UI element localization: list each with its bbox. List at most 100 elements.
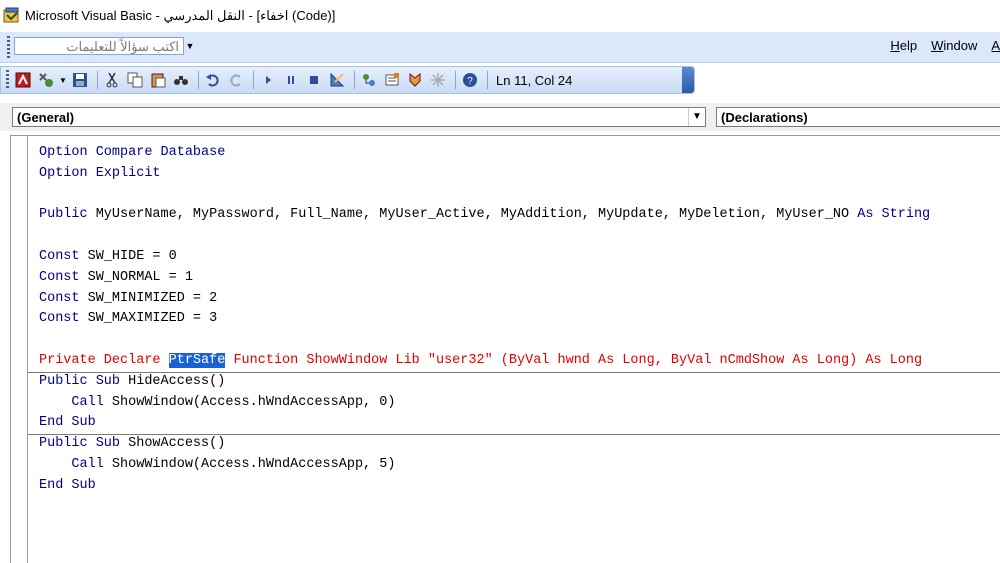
menubar-grip[interactable] (7, 36, 10, 58)
code-line[interactable]: Const SW_NORMAL = 1 (39, 268, 930, 289)
code-editor[interactable]: Option Compare Database Option Explicit P… (10, 135, 1000, 563)
code-line[interactable]: End Sub (39, 476, 930, 497)
toolbar-options-chevron[interactable] (682, 67, 694, 93)
code-error-text: Function ShowWindow Lib "user32" (ByVal … (225, 352, 923, 368)
code-keyword: Call (39, 394, 104, 410)
run-icon[interactable] (258, 70, 278, 90)
menu-mnemonic: H (890, 38, 900, 53)
code-keyword: Public Sub (39, 373, 121, 389)
code-identifiers: SW_NORMAL = 1 (79, 269, 193, 285)
svg-text:?: ? (467, 76, 473, 87)
code-identifiers: SW_MINIMIZED = 2 (79, 290, 218, 306)
help-icon[interactable]: ? (460, 70, 480, 90)
dropdown-arrow-icon[interactable]: ▼ (59, 70, 67, 90)
menu-bar: اكتب سؤالاً للتعليمات ▼ Help Window A (0, 32, 1000, 63)
object-combo-value: (General) (17, 110, 75, 125)
menu-label-rest: elp (899, 38, 918, 53)
code-keyword: End Sub (39, 415, 96, 431)
code-line[interactable]: Private Declare PtrSafe Function ShowWin… (39, 351, 930, 372)
code-keyword: Public Sub (39, 436, 121, 452)
procedure-combo[interactable]: (Declarations) (716, 107, 1000, 127)
code-keyword: As String (857, 207, 931, 223)
menu-mnemonic: A (991, 38, 1000, 53)
object-browser-icon[interactable] (405, 70, 425, 90)
code-line[interactable]: Call ShowWindow(Access.hWndAccessApp, 0) (39, 393, 930, 414)
standard-toolbar: ▼ ? Ln 11, Col 24 (0, 66, 695, 94)
toolbar-separator (487, 71, 488, 89)
code-line[interactable] (39, 226, 930, 247)
find-icon[interactable] (171, 70, 191, 90)
code-text[interactable]: Option Compare Database Option Explicit P… (39, 143, 930, 497)
toolbar-separator (455, 71, 456, 89)
cut-icon[interactable] (102, 70, 122, 90)
code-keyword: Option Compare Database (39, 145, 226, 160)
code-line[interactable]: Call ShowWindow(Access.hWndAccessApp, 5) (39, 455, 930, 476)
toolbar-grip[interactable] (6, 70, 9, 90)
code-identifiers: HideAccess() (120, 373, 226, 389)
code-keyword: Const (39, 290, 80, 306)
code-line[interactable]: Public Sub HideAccess() (39, 372, 930, 393)
cursor-position-status: Ln 11, Col 24 (496, 72, 573, 88)
save-icon[interactable] (70, 70, 90, 90)
code-line[interactable]: End Sub (39, 413, 930, 434)
toolbox-icon[interactable] (428, 70, 448, 90)
redo-icon[interactable] (226, 70, 246, 90)
vba-app-icon (3, 7, 21, 25)
menu-help[interactable]: Help (890, 38, 917, 53)
copy-icon[interactable] (125, 70, 145, 90)
menu-label-rest: indow (943, 38, 978, 53)
code-keyword: Public (39, 207, 88, 223)
code-line[interactable] (39, 185, 930, 206)
code-line[interactable]: Const SW_MINIMIZED = 2 (39, 289, 930, 310)
menu-items: Help Window A (876, 38, 1000, 53)
procedure-separator (28, 434, 1000, 435)
code-line[interactable]: Option Explicit (39, 164, 930, 185)
toolbar-separator (253, 71, 254, 89)
procedure-combo-value: (Declarations) (721, 110, 808, 125)
insert-module-icon[interactable] (36, 70, 56, 90)
ask-question-input[interactable]: اكتب سؤالاً للتعليمات (14, 37, 184, 55)
code-keyword: Const (39, 269, 80, 285)
chevron-down-icon[interactable]: ▼ (688, 108, 705, 126)
code-keyword: Const (39, 248, 80, 264)
window-title: Microsoft Visual Basic - النقل المدرسي -… (25, 8, 336, 23)
toolbar-separator (198, 71, 199, 89)
menu-mnemonic: W (931, 38, 944, 53)
code-identifiers: ShowWindow(Access.hWndAccessApp, 0) (103, 394, 396, 410)
code-keyword: End Sub (39, 477, 96, 493)
code-identifiers: ShowAccess() (120, 436, 226, 452)
code-line[interactable]: Public Sub ShowAccess() (39, 434, 930, 455)
margin-indicator-bar[interactable] (11, 136, 28, 563)
code-line[interactable]: Const SW_MAXIMIZED = 3 (39, 309, 930, 330)
procedure-separator (28, 372, 1000, 373)
code-keyword: Option Explicit (39, 165, 161, 181)
code-keyword: Call (39, 456, 104, 472)
toolbar-separator (97, 71, 98, 89)
toolbar-separator (354, 71, 355, 89)
title-bar: Microsoft Visual Basic - النقل المدرسي -… (0, 0, 1000, 32)
code-line[interactable] (39, 330, 930, 351)
code-line[interactable]: Const SW_HIDE = 0 (39, 247, 930, 268)
code-identifiers: ShowWindow(Access.hWndAccessApp, 5) (103, 456, 396, 472)
code-window-header: (General) ▼ (Declarations) (0, 103, 1000, 131)
menu-window[interactable]: Window (931, 38, 977, 53)
paste-icon[interactable] (148, 70, 168, 90)
project-explorer-icon[interactable] (359, 70, 379, 90)
code-error-text: Private Declare (39, 352, 169, 368)
undo-icon[interactable] (203, 70, 223, 90)
code-line[interactable]: Option Compare Database (39, 143, 930, 164)
design-mode-icon[interactable] (327, 70, 347, 90)
selected-text: PtrSafe (168, 352, 226, 368)
reset-icon[interactable] (304, 70, 324, 90)
code-identifiers: MyUserName, MyPassword, Full_Name, MyUse… (87, 207, 858, 223)
code-identifiers: SW_MAXIMIZED = 3 (79, 311, 218, 327)
break-icon[interactable] (281, 70, 301, 90)
view-access-icon[interactable] (13, 70, 33, 90)
code-line[interactable]: Public MyUserName, MyPassword, Full_Name… (39, 205, 930, 226)
code-keyword: Const (39, 311, 80, 327)
code-identifiers: SW_HIDE = 0 (79, 248, 177, 264)
object-combo[interactable]: (General) ▼ (12, 107, 706, 127)
properties-window-icon[interactable] (382, 70, 402, 90)
menu-a[interactable]: A (991, 38, 1000, 53)
ask-question-dropdown-arrow[interactable]: ▼ (184, 37, 196, 55)
